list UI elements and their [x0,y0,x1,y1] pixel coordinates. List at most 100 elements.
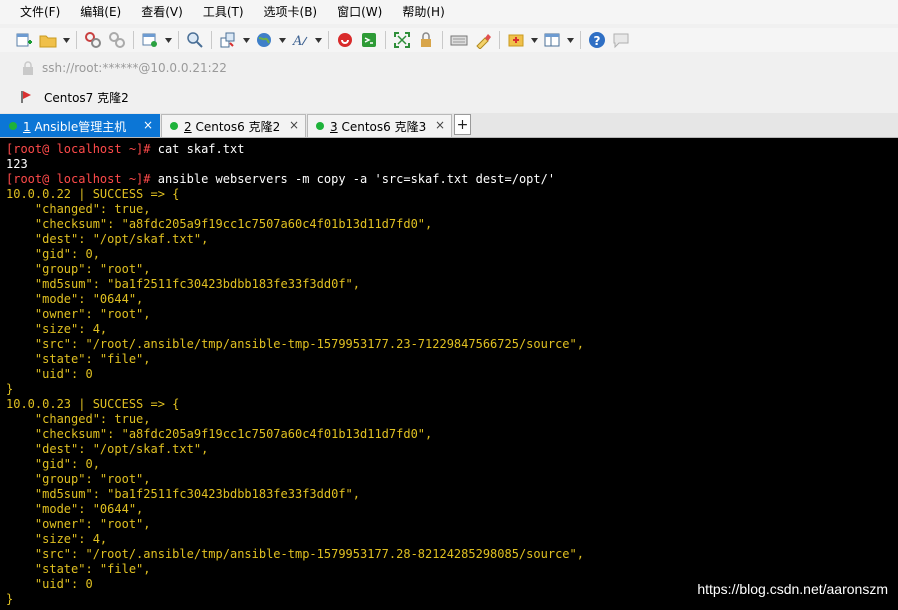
menu-edit[interactable]: 编辑(E) [68,0,129,24]
new-session-icon[interactable] [14,30,34,50]
terminal-text: 10.0.0.23 | SUCCESS => { [6,397,180,411]
terminal-line: "md5sum": "ba1f2511fc30423bdbb183fe33f3d… [6,487,360,502]
disconnect-icon[interactable] [83,30,103,50]
terminal-text: "uid": 0 [6,577,93,591]
terminal-line: "src": "/root/.ansible/tmp/ansible-tmp-1… [6,547,584,562]
terminal-text: "md5sum": "ba1f2511fc30423bdbb183fe33f3d… [6,487,361,501]
toolbar-separator [328,31,329,49]
toolbar-separator [178,31,179,49]
terminal-text: "state": "file", [6,352,151,366]
properties-icon[interactable] [140,30,160,50]
terminal-text: "checksum": "a8fdc205a9f19cc1c7507a60c4f… [6,427,433,441]
terminal-text: "src": "/root/.ansible/tmp/ansible-tmp-1… [6,337,584,351]
terminal-text: "changed": true, [6,202,151,216]
terminal-line: "group": "root", [6,262,151,277]
font-icon[interactable]: A [290,30,310,50]
chat-icon[interactable] [611,30,631,50]
status-dot [9,122,17,130]
terminal-line: "md5sum": "ba1f2511fc30423bdbb183fe33f3d… [6,277,360,292]
find-icon[interactable] [185,30,205,50]
tab-strip: 1 Ansible管理主机 × 2 Centos6 克隆2 × 3 Centos… [0,113,898,138]
svg-text:A: A [292,34,302,49]
terminal-text: 123 [6,157,28,171]
terminal-line: [root@ localhost ~]# cat skaf.txt [6,142,244,157]
menu-view[interactable]: 查看(V) [129,0,191,24]
tab-number: 3 [330,119,338,134]
shell-prompt: [root@ localhost ~]# [6,142,151,156]
keyboard-icon[interactable] [449,30,469,50]
close-tab-icon[interactable]: × [289,118,299,132]
terminal-line: [root@ localhost ~]# ansible webservers … [6,172,555,187]
terminal-line: "src": "/root/.ansible/tmp/ansible-tmp-1… [6,337,584,352]
menu-window[interactable]: 窗口(W) [325,0,390,24]
address-bar[interactable]: ssh://root:******@10.0.0.21:22 [8,57,890,79]
terminal-text: "checksum": "a8fdc205a9f19cc1c7507a60c4f… [6,217,433,231]
lock-icon[interactable] [416,30,436,50]
terminal-line: "size": 4, [6,532,107,547]
tab-number: 1 [23,119,31,134]
terminal-text: "size": 4, [6,532,108,546]
toolbar-separator [442,31,443,49]
terminal-text: } [6,382,14,396]
menu-help[interactable]: 帮助(H) [390,0,452,24]
terminal-line: "changed": true, [6,202,151,217]
dropdown-arrow-icon[interactable] [278,30,286,50]
terminal-line: "dest": "/opt/skaf.txt", [6,232,208,247]
close-tab-icon[interactable]: × [143,118,153,132]
dropdown-arrow-icon[interactable] [530,30,538,50]
new-tab-button[interactable]: + [454,114,471,135]
tab-ansible-host[interactable]: 1 Ansible管理主机 × [0,114,160,137]
bookmark-icon[interactable] [18,89,34,105]
tab-label: Centos6 克隆3 [341,119,427,134]
dropdown-arrow-icon[interactable] [314,30,322,50]
toolbar-separator [133,31,134,49]
terminal-line: } [6,592,13,607]
terminal-text: 10.0.0.22 | SUCCESS => { [6,187,180,201]
terminal-line: } [6,382,13,397]
session-label[interactable]: Centos7 克隆2 [44,89,129,106]
terminal-line: "gid": 0, [6,247,100,262]
terminal-output[interactable]: [root@ localhost ~]# cat skaf.txt 123 [roo… [0,138,898,610]
tab-centos6-clone3[interactable]: 3 Centos6 克隆3 × [307,114,452,137]
terminal-text: "group": "root", [6,262,151,276]
terminal-text: "mode": "0644", [6,502,144,516]
terminal-line: "checksum": "a8fdc205a9f19cc1c7507a60c4f… [6,427,432,442]
terminal-line: "owner": "root", [6,517,151,532]
terminal-line: "uid": 0 [6,367,93,382]
help-icon[interactable]: ? [587,30,607,50]
layout-icon[interactable] [542,30,562,50]
reconnect-icon[interactable] [107,30,127,50]
globe-icon[interactable] [254,30,274,50]
close-tab-icon[interactable]: × [435,118,445,132]
terminal-text: ansible webservers -m copy -a 'src=skaf.… [150,172,556,186]
dropdown-arrow-icon[interactable] [566,30,574,50]
toolbar-separator [211,31,212,49]
tab-label: Ansible管理主机 [34,119,127,134]
terminal-text: "gid": 0, [6,457,100,471]
dropdown-arrow-icon[interactable] [242,30,250,50]
tab-centos6-clone2[interactable]: 2 Centos6 克隆2 × [161,114,306,137]
highlight-icon[interactable] [473,30,493,50]
terminal-text: } [6,592,14,606]
terminal-line: "state": "file", [6,352,151,367]
menu-tools[interactable]: 工具(T) [191,0,252,24]
terminal-text: "mode": "0644", [6,292,144,306]
terminal-text: "changed": true, [6,412,151,426]
fullscreen-icon[interactable] [392,30,412,50]
watermark: https://blog.csdn.net/aaronszm [697,581,888,597]
menu-tab[interactable]: 选项卡(B) [252,0,326,24]
menu-file[interactable]: 文件(F) [0,0,68,24]
xshell-icon[interactable] [359,30,379,50]
terminal-line: "dest": "/opt/skaf.txt", [6,442,208,457]
toolbar-separator [385,31,386,49]
open-folder-icon[interactable] [38,30,58,50]
compose-icon[interactable] [506,30,526,50]
session-bar: Centos7 克隆2 [0,84,898,110]
address-text: ssh://root:******@10.0.0.21:22 [42,61,227,75]
terminal-line: 123 [6,157,28,172]
transfer-icon[interactable] [218,30,238,50]
terminal-text: "dest": "/opt/skaf.txt", [6,442,209,456]
xftp-icon[interactable] [335,30,355,50]
dropdown-arrow-icon[interactable] [62,30,70,50]
dropdown-arrow-icon[interactable] [164,30,172,50]
